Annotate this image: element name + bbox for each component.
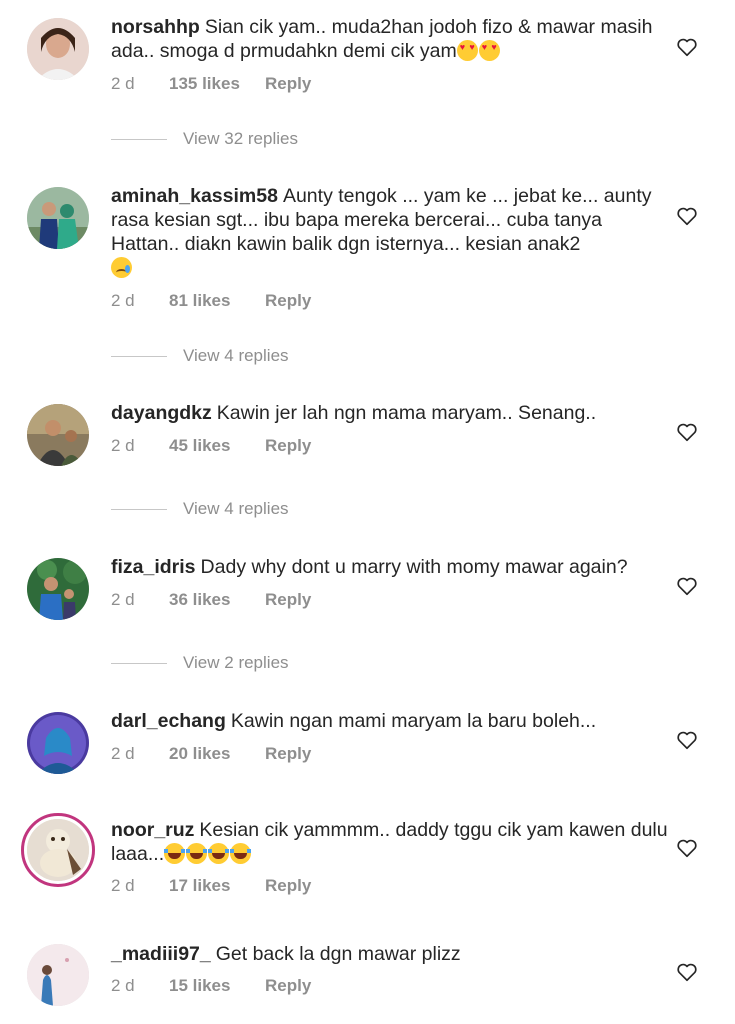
rofl-emoji	[186, 843, 208, 864]
view-replies-button[interactable]: View 32 replies	[111, 129, 298, 149]
comment-meta: 2 d 81 likes Reply	[111, 291, 311, 311]
comment-meta: 2 d 36 likes Reply	[111, 590, 311, 610]
reply-button[interactable]: Reply	[265, 744, 311, 764]
comment-text: darl_echang Kawin ngan mami maryam la bar…	[111, 709, 671, 733]
comment-meta: 2 d 45 likes Reply	[111, 436, 311, 456]
comment-username[interactable]: aminah_kassim58	[111, 185, 278, 207]
like-heart-icon[interactable]	[676, 729, 698, 751]
comment-meta: 2 d 17 likes Reply	[111, 876, 311, 896]
rofl-emoji	[208, 843, 230, 864]
reply-button[interactable]: Reply	[265, 590, 311, 610]
view-replies-label: View 4 replies	[183, 346, 289, 365]
comment-text: norsahhp Sian cik yam.. muda2han jodoh fi…	[111, 15, 671, 63]
comment-body: Dady why dont u marry with momy mawar ag…	[200, 556, 628, 578]
comment-username[interactable]: fiza_idris	[111, 556, 196, 578]
avatar[interactable]	[27, 558, 89, 620]
crying-emoji	[111, 257, 132, 278]
view-replies-label: View 32 replies	[183, 129, 298, 148]
reply-button[interactable]: Reply	[265, 976, 311, 996]
comment-username[interactable]: noor_ruz	[111, 819, 194, 841]
rofl-emoji	[230, 843, 252, 864]
like-heart-icon[interactable]	[676, 575, 698, 597]
comment-likes[interactable]: 20 likes	[169, 744, 265, 764]
comment-time: 2 d	[111, 744, 135, 763]
comment-text: noor_ruz Kesian cik yammmm.. daddy tggu c…	[111, 818, 671, 866]
comment-likes[interactable]: 36 likes	[169, 590, 265, 610]
comment-meta: 2 d 135 likes Reply	[111, 74, 311, 94]
comment-time: 2 d	[111, 590, 135, 609]
replies-divider	[111, 662, 167, 664]
comment-username[interactable]: _madiii97_	[111, 943, 211, 965]
view-replies-button[interactable]: View 2 replies	[111, 653, 289, 673]
like-heart-icon[interactable]	[676, 36, 698, 58]
comment-text: fiza_idris Dady why dont u marry with mom…	[111, 555, 671, 579]
comment-likes[interactable]: 17 likes	[169, 876, 265, 896]
avatar	[27, 819, 89, 881]
comment-username[interactable]: norsahhp	[111, 16, 200, 38]
like-heart-icon[interactable]	[676, 421, 698, 443]
comment-text: _madiii97_ Get back la dgn mawar plizz	[111, 942, 671, 966]
comment-username[interactable]: darl_echang	[111, 710, 226, 732]
comment-likes[interactable]: 81 likes	[169, 291, 265, 311]
reply-button[interactable]: Reply	[265, 436, 311, 456]
comment-body: Kawin ngan mami maryam la baru boleh...	[230, 710, 597, 732]
reply-button[interactable]: Reply	[265, 74, 311, 94]
comment-likes[interactable]: 15 likes	[169, 976, 265, 996]
comment-meta: 2 d 20 likes Reply	[111, 744, 311, 764]
replies-divider	[111, 138, 167, 140]
reply-button[interactable]: Reply	[265, 291, 311, 311]
comment-body: Get back la dgn mawar plizz	[215, 943, 461, 965]
heart-eyes-emoji	[456, 40, 478, 61]
rofl-emoji	[164, 843, 186, 864]
comment-time: 2 d	[111, 436, 135, 455]
view-replies-label: View 2 replies	[183, 653, 289, 672]
comment-time: 2 d	[111, 976, 135, 995]
comment-likes[interactable]: 135 likes	[169, 74, 265, 94]
view-replies-button[interactable]: View 4 replies	[111, 499, 289, 519]
comment-text: dayangdkz Kawin jer lah ngn mama maryam..…	[111, 401, 671, 425]
replies-divider	[111, 355, 167, 357]
comment-time: 2 d	[111, 876, 135, 895]
view-replies-label: View 4 replies	[183, 499, 289, 518]
comment-text: aminah_kassim58 Aunty tengok ... yam ke .…	[111, 184, 671, 280]
avatar[interactable]	[27, 404, 89, 466]
like-heart-icon[interactable]	[676, 205, 698, 227]
comment-body: Kawin jer lah ngn mama maryam.. Senang..	[216, 402, 597, 424]
avatar[interactable]	[27, 18, 89, 80]
comment-username[interactable]: dayangdkz	[111, 402, 212, 424]
like-heart-icon[interactable]	[676, 837, 698, 859]
comment-time: 2 d	[111, 74, 135, 93]
reply-button[interactable]: Reply	[265, 876, 311, 896]
comment-meta: 2 d 15 likes Reply	[111, 976, 311, 996]
view-replies-button[interactable]: View 4 replies	[111, 346, 289, 366]
avatar[interactable]	[27, 712, 89, 774]
avatar[interactable]	[27, 187, 89, 249]
avatar-story-ring[interactable]	[21, 813, 95, 887]
heart-eyes-emoji	[478, 40, 500, 61]
avatar[interactable]	[27, 944, 89, 1006]
like-heart-icon[interactable]	[676, 961, 698, 983]
comment-likes[interactable]: 45 likes	[169, 436, 265, 456]
comment-time: 2 d	[111, 291, 135, 310]
replies-divider	[111, 508, 167, 510]
